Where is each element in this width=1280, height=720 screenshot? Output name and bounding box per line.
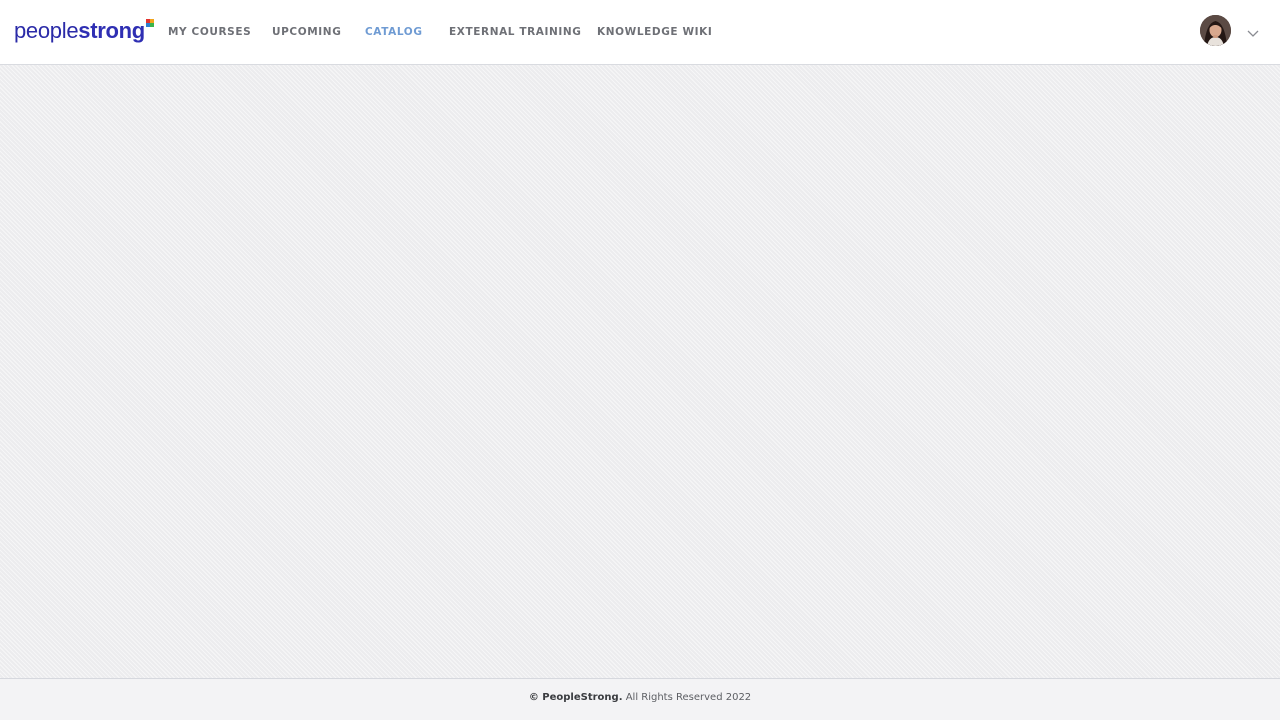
logo-text-strong: strong (78, 18, 145, 43)
avatar-portrait-icon (1200, 15, 1231, 46)
nav-item-upcoming[interactable]: UPCOMING (272, 26, 341, 38)
top-header: people strong MY COURSES UPCOMING CATALOG… (0, 0, 1280, 65)
logo-mark-icon (145, 19, 154, 27)
logo-mark-square (145, 23, 150, 27)
main-content-area (0, 65, 1280, 678)
user-avatar[interactable] (1200, 15, 1231, 46)
logo-mark-square (149, 23, 154, 27)
chevron-down-icon[interactable] (1246, 24, 1260, 37)
footer-rights-text: All Rights Reserved 2022 (622, 692, 752, 703)
page-footer: © PeopleStrong. All Rights Reserved 2022 (0, 678, 1280, 720)
footer-brand: © PeopleStrong. (528, 692, 623, 703)
logo-text-people: people (14, 18, 79, 43)
nav-item-external-training[interactable]: EXTERNAL TRAINING (449, 26, 582, 38)
nav-item-knowledge-wiki[interactable]: KNOWLEDGE WIKI (597, 26, 712, 38)
nav-item-my-courses[interactable]: MY COURSES (168, 26, 251, 38)
nav-item-catalog[interactable]: CATALOG (365, 26, 423, 38)
peoplestrong-logo[interactable]: people strong (14, 17, 154, 47)
